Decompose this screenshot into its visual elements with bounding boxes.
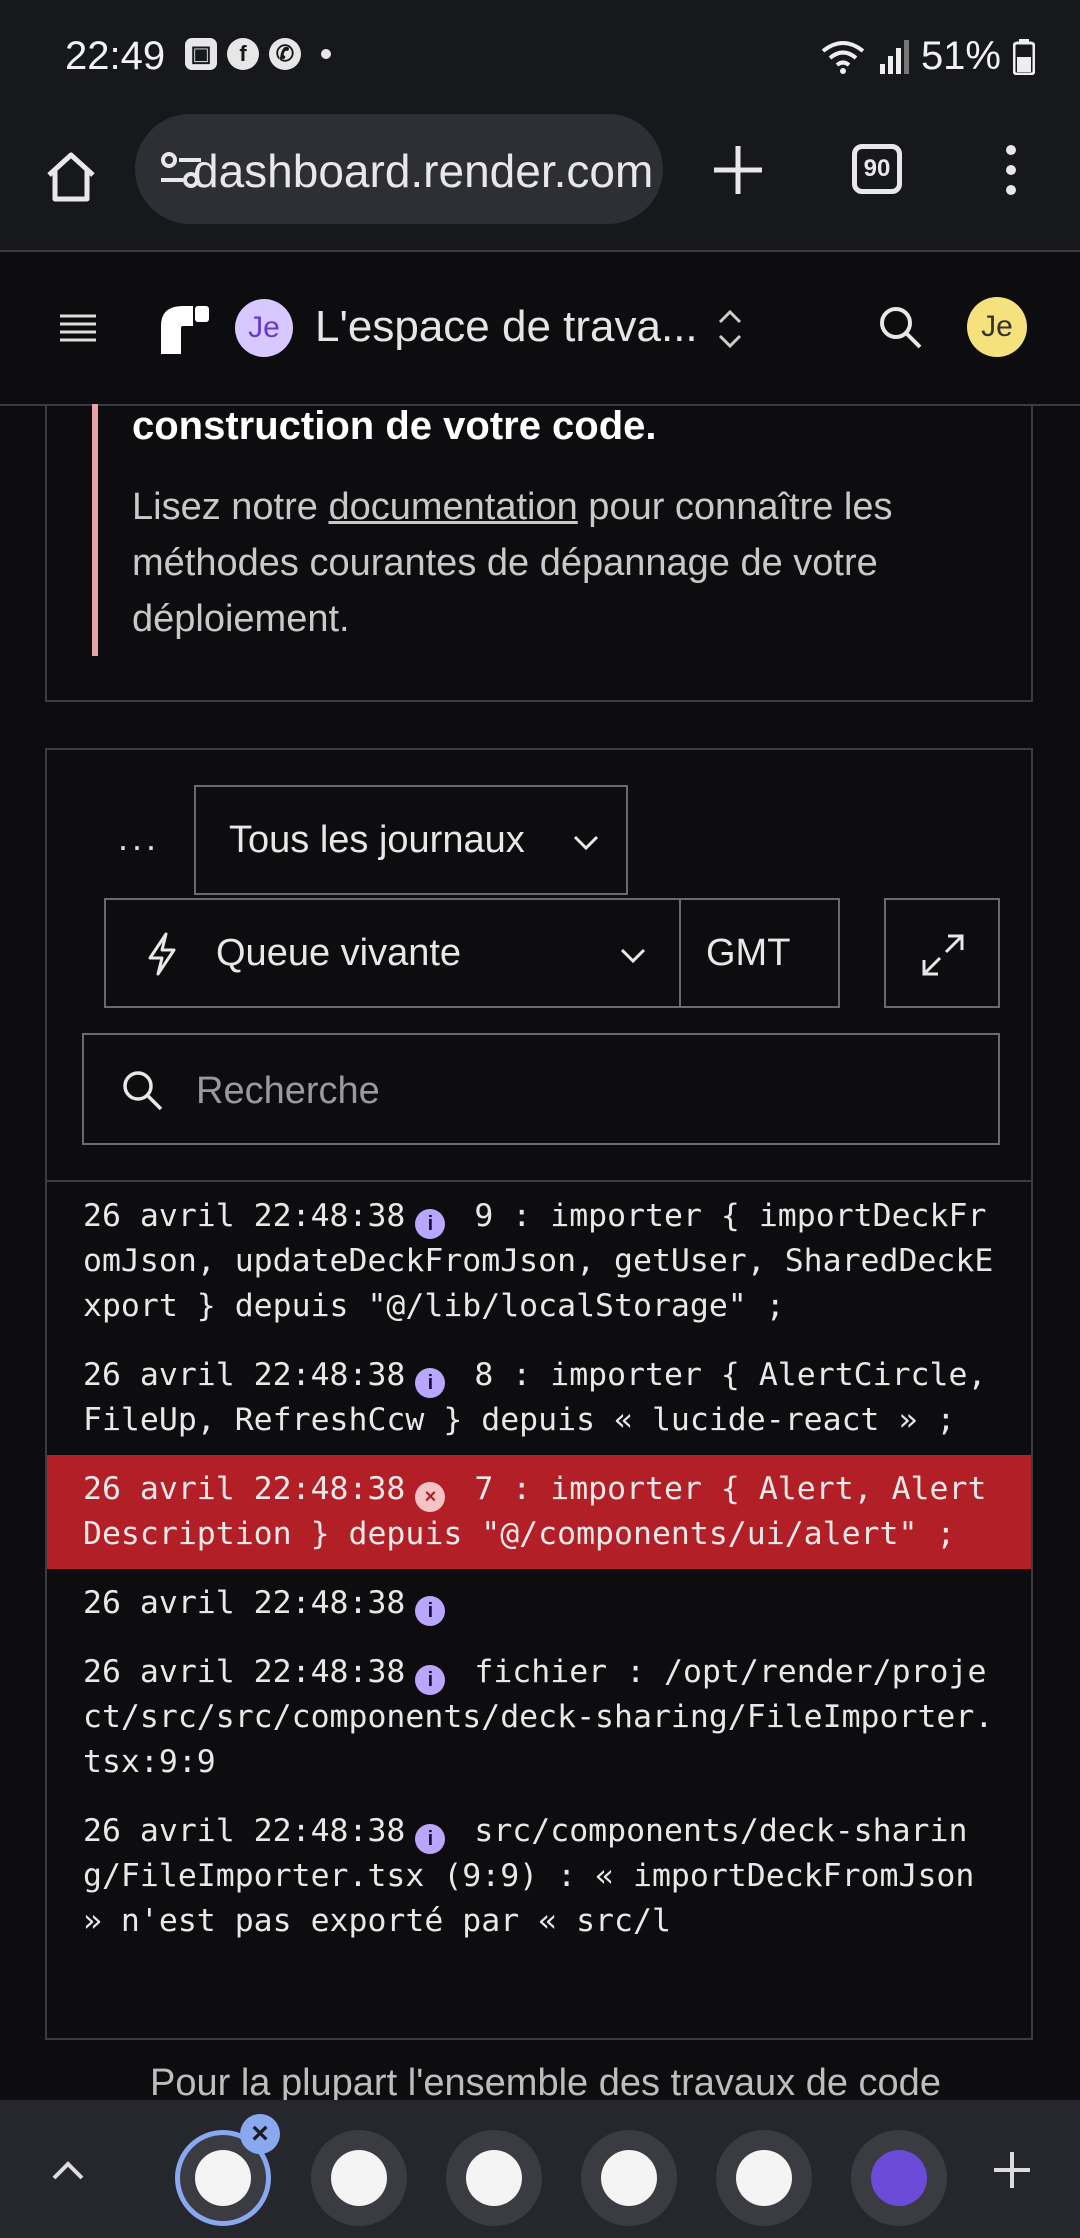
url-text: dashboard.render.com (193, 145, 654, 197)
lightning-icon (148, 932, 176, 976)
battery-percent: 51% (920, 34, 1001, 78)
log-entry: 26 avril 22:48:38 i 9 : importer { import… (47, 1194, 1031, 1329)
log-timestamp: 26 avril 22:48:38 (83, 1471, 406, 1507)
log-entry-error: 26 avril 22:48:38 × 7 : importer { Alert,… (47, 1455, 1031, 1569)
signal-icon (879, 39, 909, 74)
log-search-input[interactable] (194, 1055, 978, 1127)
tab-favicon (331, 2150, 387, 2206)
tab-favicon (195, 2150, 251, 2206)
log-filter-label: Tous les journaux (229, 819, 525, 861)
chevron-down-icon (573, 835, 599, 851)
wifi-icon (821, 40, 865, 74)
callout-text-before: Lisez notre (132, 486, 329, 528)
log-timestamp: 26 avril 22:48:38 (83, 1585, 406, 1621)
status-bar: 22:49 ▣ f ✆ 51% (0, 0, 1080, 110)
more-notifications-dot (321, 49, 331, 59)
log-timestamp: 26 avril 22:48:38 (83, 1813, 406, 1849)
user-avatar[interactable]: Je (967, 297, 1027, 357)
status-time: 22:49 (65, 34, 166, 78)
chevron-up-down-icon[interactable] (713, 304, 747, 354)
close-tab-icon[interactable]: × (240, 2114, 280, 2154)
search-icon (123, 1071, 163, 1111)
deploy-error-callout: construction de votre code. Lisez notre … (45, 404, 1033, 702)
dock-tab[interactable] (581, 2130, 677, 2226)
battery-icon (1013, 38, 1035, 75)
bottom-peek-text: Pour la plupart l'ensemble des travaux d… (150, 2062, 941, 2102)
log-list: 26 avril 22:48:38 i 9 : importer { import… (47, 1180, 1031, 2038)
notification-icons: ▣ f ✆ (185, 38, 331, 70)
app-icon (871, 2150, 927, 2206)
globe-icon (736, 2150, 792, 2206)
new-tab-button[interactable] (708, 140, 768, 200)
chevron-up-icon[interactable] (48, 2150, 88, 2190)
app-header: Je L'espace de trava... Je (0, 252, 1080, 406)
timezone-toggle[interactable]: GMT (706, 932, 790, 975)
browser-menu-icon[interactable] (996, 140, 1026, 200)
dock-tab[interactable] (446, 2130, 542, 2226)
live-tail-dropdown[interactable]: Queue vivante GMT (104, 898, 840, 1008)
dock-tab[interactable] (311, 2130, 407, 2226)
log-entry: 26 avril 22:48:38 i src/components/deck-s… (47, 1809, 1031, 1944)
callout-accent-bar (92, 404, 98, 656)
expand-icon (922, 934, 964, 976)
log-timestamp: 26 avril 22:48:38 (83, 1198, 406, 1234)
log-timestamp: 26 avril 22:48:38 (83, 1357, 406, 1393)
more-options-button[interactable]: ··· (117, 825, 159, 867)
workspace-name[interactable]: L'espace de trava... (315, 302, 698, 352)
chevron-down-icon (620, 948, 646, 964)
whatsapp-icon: ✆ (269, 38, 301, 70)
plus-icon[interactable] (990, 2148, 1034, 2192)
render-logo[interactable] (153, 296, 213, 356)
dock-tab[interactable] (716, 2130, 812, 2226)
log-filter-dropdown[interactable]: Tous les journaux (194, 785, 628, 895)
status-right: 51% (819, 34, 1035, 79)
workspace-avatar[interactable]: Je (235, 299, 293, 357)
facebook-icon: f (227, 38, 259, 70)
search-icon[interactable] (875, 302, 925, 352)
info-icon: i (415, 1824, 446, 1854)
heart-icon (466, 2150, 522, 2206)
tab-dock: × (0, 2100, 1080, 2238)
address-bar[interactable]: dashboard.render.com (135, 114, 663, 224)
divider (679, 900, 681, 1006)
logs-panel: ··· Tous les journaux Queue vivante GMT … (45, 748, 1033, 2040)
heart-icon (601, 2150, 657, 2206)
log-search-box[interactable] (82, 1033, 1000, 1145)
live-tail-label: Queue vivante (216, 932, 462, 974)
hamburger-menu-icon[interactable] (58, 308, 98, 348)
home-icon (47, 152, 95, 202)
info-icon: i (415, 1665, 446, 1695)
info-icon: i (415, 1209, 446, 1239)
error-icon: × (415, 1482, 446, 1512)
info-icon: i (415, 1368, 446, 1398)
documentation-link[interactable]: documentation (328, 486, 577, 528)
gallery-icon: ▣ (185, 38, 217, 70)
fullscreen-button[interactable] (884, 898, 1000, 1008)
log-entry: 26 avril 22:48:38 i (47, 1581, 1031, 1626)
callout-title: construction de votre code. (132, 404, 657, 448)
tab-switcher-button[interactable]: 90 (852, 144, 902, 194)
log-entry: 26 avril 22:48:38 i fichier : /opt/render… (47, 1650, 1031, 1785)
dock-tab[interactable] (851, 2130, 947, 2226)
log-timestamp: 26 avril 22:48:38 (83, 1654, 406, 1690)
log-entry: 26 avril 22:48:38 i 8 : importer { AlertC… (47, 1353, 1031, 1443)
info-icon: i (415, 1596, 446, 1626)
home-button[interactable] (40, 146, 102, 208)
browser-toolbar: dashboard.render.com 90 (0, 110, 1080, 252)
callout-body: Lisez notre documentation pour connaître… (132, 479, 992, 647)
